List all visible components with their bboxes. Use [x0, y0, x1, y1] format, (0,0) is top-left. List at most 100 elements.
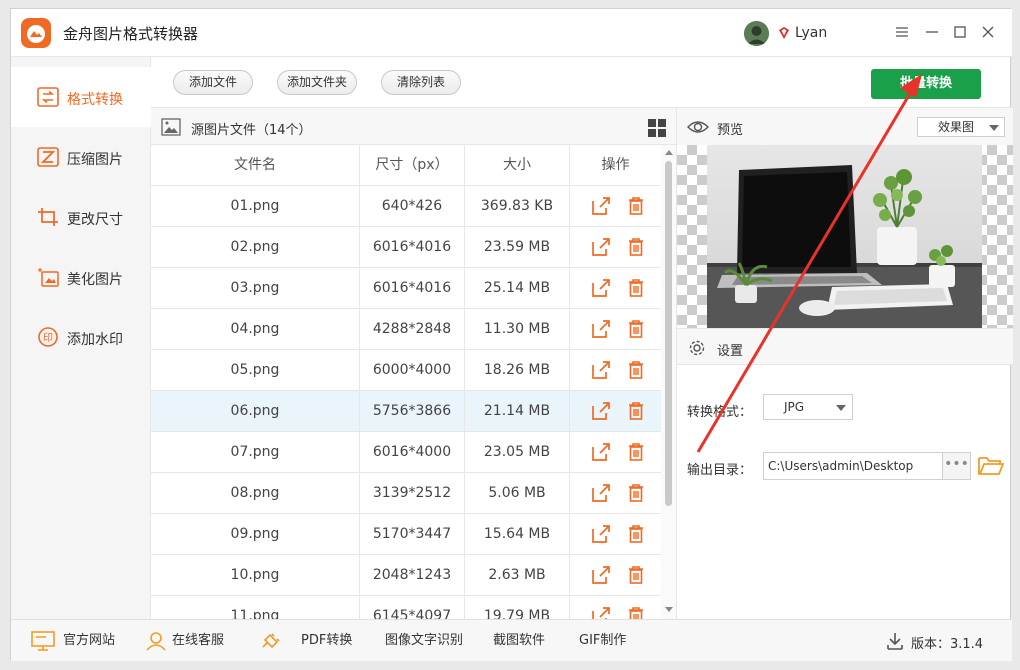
file-name-cell: 03.png — [151, 268, 360, 309]
table-row[interactable]: 06.png 5756*3866 21.14 MB — [151, 391, 661, 432]
file-table: 文件名 尺寸（px） 大小 操作 01.png 640*426 369.83 KB 0… — [151, 145, 661, 620]
file-dimensions-cell: 6016*4000 — [360, 432, 465, 473]
app-title: 金舟图片格式转换器 — [63, 25, 199, 43]
browse-more-button[interactable]: ••• — [943, 452, 971, 480]
actions-cell — [570, 432, 661, 473]
open-file-icon[interactable] — [591, 319, 611, 339]
preview-mode-select[interactable]: 效果图 — [917, 117, 1005, 137]
open-file-icon[interactable] — [591, 360, 611, 380]
format-select[interactable]: JPG — [763, 394, 853, 420]
file-name-cell: 05.png — [151, 350, 360, 391]
open-file-icon[interactable] — [591, 442, 611, 462]
batch-convert-button[interactable]: 批量转换 — [871, 69, 981, 99]
sidebar-item-compress[interactable]: 压缩图片 — [11, 127, 151, 187]
delete-icon[interactable] — [626, 278, 646, 298]
open-file-icon[interactable] — [591, 237, 611, 257]
file-dimensions-cell: 2048*1243 — [360, 555, 465, 596]
eye-icon — [687, 121, 709, 133]
file-dimensions-cell: 6145*4097 — [360, 596, 465, 620]
beautify-icon — [38, 268, 59, 287]
sidebar: 格式转换 压缩图片 更改尺寸 美化图片 印 添加水印 — [11, 57, 151, 619]
avatar[interactable] — [744, 21, 769, 46]
delete-icon[interactable] — [626, 360, 646, 380]
delete-icon[interactable] — [626, 483, 646, 503]
add-file-button[interactable]: 添加文件 — [173, 70, 253, 95]
app-window: 金舟图片格式转换器 Lyan 格式转换 压缩图片 更改尺寸 美化图片 印 添加水… — [10, 8, 1013, 662]
open-file-icon[interactable] — [591, 524, 611, 544]
minimize-icon[interactable] — [922, 22, 942, 42]
open-file-icon[interactable] — [591, 565, 611, 585]
sidebar-item-label: 添加水印 — [67, 332, 123, 348]
footer-link-online-service[interactable]: 在线客服 — [172, 620, 224, 662]
table-header-row: 文件名 尺寸（px） 大小 操作 — [151, 145, 661, 186]
delete-icon[interactable] — [626, 606, 646, 620]
folder-icon[interactable] — [978, 454, 1004, 476]
table-row[interactable]: 08.png 3139*2512 5.06 MB — [151, 473, 661, 514]
actions-cell — [570, 555, 661, 596]
output-dir-input[interactable]: C:\Users\admin\Desktop — [763, 452, 943, 480]
footer-link-gif[interactable]: GIF制作 — [579, 620, 626, 662]
table-row[interactable]: 07.png 6016*4000 23.05 MB — [151, 432, 661, 473]
user-service-icon — [146, 632, 166, 651]
file-size-cell: 2.63 MB — [465, 555, 570, 596]
open-file-icon[interactable] — [591, 278, 611, 298]
swap-icon — [37, 87, 59, 107]
file-list-title: 源图片文件（14个） — [191, 123, 312, 138]
open-file-icon[interactable] — [591, 196, 611, 216]
scroll-thumb[interactable] — [665, 161, 672, 506]
file-list-panel: 源图片文件（14个） 文件名 尺寸（px） 大小 操作 01.png 640*42… — [151, 107, 676, 620]
delete-icon[interactable] — [626, 524, 646, 544]
close-icon[interactable] — [978, 22, 998, 42]
delete-icon[interactable] — [626, 237, 646, 257]
clear-list-button[interactable]: 清除列表 — [381, 70, 461, 95]
chevron-down-icon — [836, 405, 846, 411]
menu-icon[interactable] — [892, 22, 912, 42]
file-size-cell: 19.79 MB — [465, 596, 570, 620]
output-dir-label: 输出目录： — [687, 463, 753, 478]
table-row[interactable]: 11.png 6145*4097 19.79 MB — [151, 596, 661, 620]
file-name-cell: 01.png — [151, 186, 360, 227]
sidebar-item-watermark[interactable]: 印 添加水印 — [11, 307, 151, 367]
open-file-icon[interactable] — [591, 483, 611, 503]
delete-icon[interactable] — [626, 196, 646, 216]
actions-cell — [570, 350, 661, 391]
open-file-icon[interactable] — [591, 401, 611, 421]
sidebar-item-resize[interactable]: 更改尺寸 — [11, 187, 151, 247]
table-row[interactable]: 05.png 6000*4000 18.26 MB — [151, 350, 661, 391]
footer-link-official-site[interactable]: 官方网站 — [63, 620, 115, 662]
actions-cell — [570, 186, 661, 227]
actions-cell — [570, 268, 661, 309]
add-folder-button[interactable]: 添加文件夹 — [277, 70, 357, 95]
chevron-down-icon — [989, 125, 999, 131]
maximize-icon[interactable] — [950, 22, 970, 42]
table-row[interactable]: 01.png 640*426 369.83 KB — [151, 186, 661, 227]
delete-icon[interactable] — [626, 401, 646, 421]
delete-icon[interactable] — [626, 565, 646, 585]
grid-view-icon[interactable] — [647, 118, 667, 138]
footer-link-ocr[interactable]: 图像文字识别 — [385, 620, 463, 662]
table-row[interactable]: 04.png 4288*2848 11.30 MB — [151, 309, 661, 350]
column-header-size: 大小 — [465, 145, 570, 186]
open-file-icon[interactable] — [591, 606, 611, 620]
table-row[interactable]: 09.png 5170*3447 15.64 MB — [151, 514, 661, 555]
footer-link-screenshot[interactable]: 截图软件 — [493, 620, 545, 662]
file-dimensions-cell: 4288*2848 — [360, 309, 465, 350]
file-size-cell: 23.05 MB — [465, 432, 570, 473]
scrollbar[interactable] — [661, 145, 676, 620]
actions-cell — [570, 473, 661, 514]
file-size-cell: 25.14 MB — [465, 268, 570, 309]
table-row[interactable]: 02.png 6016*4016 23.59 MB — [151, 227, 661, 268]
table-row[interactable]: 10.png 2048*1243 2.63 MB — [151, 555, 661, 596]
column-header-actions: 操作 — [601, 157, 630, 173]
sidebar-item-format-convert[interactable]: 格式转换 — [11, 67, 151, 127]
preview-panel: 预览 效果图 设置 转换格式： JPG 输出目录： C:\Users\admin… — [676, 107, 1013, 619]
delete-icon[interactable] — [626, 442, 646, 462]
file-size-cell: 23.59 MB — [465, 227, 570, 268]
sidebar-item-beautify[interactable]: 美化图片 — [11, 247, 151, 307]
delete-icon[interactable] — [626, 319, 646, 339]
scroll-up-icon[interactable] — [665, 149, 673, 155]
sidebar-item-label: 格式转换 — [67, 92, 123, 108]
footer-link-pdf-convert[interactable]: PDF转换 — [301, 620, 352, 662]
scroll-down-icon[interactable] — [665, 607, 673, 613]
table-row[interactable]: 03.png 6016*4016 25.14 MB — [151, 268, 661, 309]
